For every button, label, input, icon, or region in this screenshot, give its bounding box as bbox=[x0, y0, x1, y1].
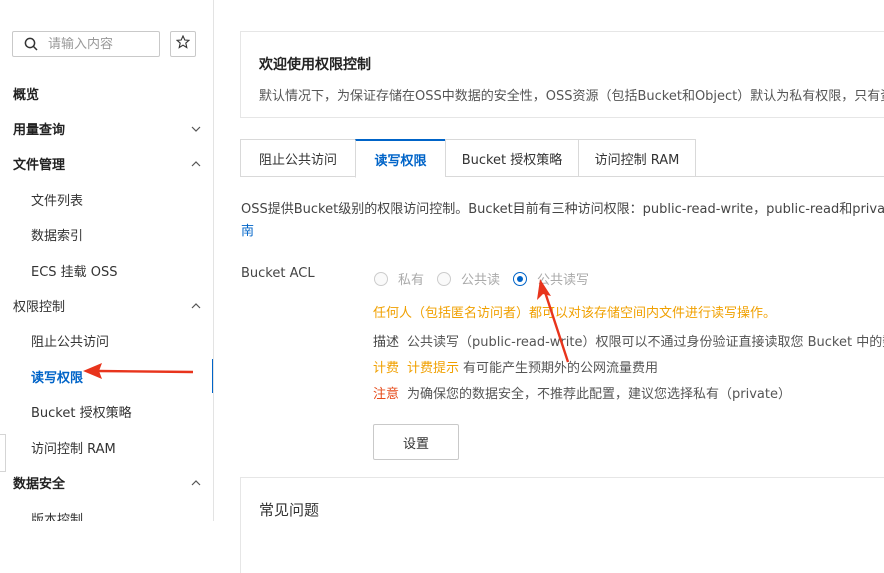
sidebar-item-read-write-acl[interactable]: 读写权限 bbox=[0, 359, 213, 394]
detail-value: 为确保您的数据安全，不推荐此配置，建议您选择私有（private） bbox=[407, 387, 791, 402]
faq-title: 常见问题 bbox=[259, 501, 320, 519]
detail-billing: 计费 计费提示 有可能产生预期外的公网流量费用 bbox=[373, 357, 658, 376]
star-icon bbox=[175, 34, 191, 53]
sidebar-item-label: ECS 挂载 OSS bbox=[31, 265, 118, 280]
tab-label: Bucket 授权策略 bbox=[461, 152, 563, 168]
intro-text: OSS提供Bucket级别的权限访问控制。Bucket目前有三种访问权限：pub… bbox=[241, 202, 884, 217]
sidebar-item-label: 文件管理 bbox=[13, 158, 66, 173]
sidebar-item-label: 数据安全 bbox=[13, 477, 66, 492]
sidebar-item-ecs-mount[interactable]: ECS 挂载 OSS bbox=[0, 253, 213, 288]
detail-key: 计费 bbox=[373, 361, 400, 376]
tab-bucket-policy[interactable]: Bucket 授权策略 bbox=[445, 139, 578, 177]
tab-label: 访问控制 RAM bbox=[594, 152, 680, 168]
chevron-up-icon bbox=[191, 158, 201, 168]
sidebar-item-label: 权限控制 bbox=[13, 300, 66, 315]
sidebar-item-label: 读写权限 bbox=[31, 371, 84, 386]
detail-description: 描述 公共读写（public-read-write）权限可以不通过身份验证直接读取… bbox=[373, 331, 884, 350]
radio-public-read[interactable]: 公共读 bbox=[437, 269, 500, 288]
sidebar-item-file-management[interactable]: 文件管理 bbox=[0, 146, 213, 181]
sidebar-item-label: 版本控制 bbox=[31, 513, 84, 521]
active-indicator bbox=[212, 359, 213, 393]
search-input[interactable] bbox=[48, 36, 148, 52]
set-button[interactable]: 设置 bbox=[373, 424, 459, 460]
chevron-down-icon bbox=[191, 123, 201, 133]
acl-radio-group: 私有 公共读 公共读写 bbox=[374, 269, 602, 288]
radio-button[interactable] bbox=[437, 271, 452, 286]
sidebar-item-usage[interactable]: 用量查询 bbox=[0, 111, 213, 146]
sidebar-item-label: Bucket 授权策略 bbox=[31, 406, 132, 421]
sidebar-item-versioning[interactable]: 版本控制 bbox=[0, 501, 213, 521]
sidebar-item-label: 访问控制 RAM bbox=[31, 442, 116, 457]
radio-label: 私有 bbox=[398, 273, 425, 288]
radio-private[interactable]: 私有 bbox=[374, 269, 424, 288]
sidebar-collapse-handle[interactable] bbox=[0, 434, 6, 472]
tab-ram[interactable]: 访问控制 RAM bbox=[578, 139, 696, 177]
tab-label: 阻止公共访问 bbox=[258, 152, 337, 168]
sidebar-item-label: 用量查询 bbox=[13, 123, 66, 138]
radio-label: 公共读 bbox=[461, 273, 501, 288]
welcome-panel: 欢迎使用权限控制 默认情况下，为保证存储在OSS中数据的安全性，OSS资源（包括… bbox=[240, 31, 884, 118]
sidebar-item-bucket-policy[interactable]: Bucket 授权策略 bbox=[0, 394, 213, 429]
detail-value: 公共读写（public-read-write）权限可以不通过身份验证直接读取您 … bbox=[407, 335, 884, 350]
radio-button[interactable] bbox=[374, 271, 388, 286]
sidebar-item-data-index[interactable]: 数据索引 bbox=[0, 217, 213, 252]
detail-note: 注意 为确保您的数据安全，不推荐此配置，建议您选择私有（private） bbox=[373, 383, 791, 402]
detail-key: 注意 bbox=[373, 387, 400, 402]
welcome-description: 默认情况下，为保证存储在OSS中数据的安全性，OSS资源（包括Bucket和Ob… bbox=[259, 89, 884, 104]
chevron-up-icon bbox=[191, 477, 201, 487]
billing-hint: 计费提示 bbox=[407, 361, 460, 376]
search-box[interactable] bbox=[12, 31, 160, 57]
detail-key: 描述 bbox=[373, 335, 400, 350]
acl-warning: 任何人（包括匿名访问者）都可以对该存储空间内文件进行读写操作。 bbox=[373, 306, 777, 321]
sidebar-item-permission-control[interactable]: 权限控制 bbox=[0, 288, 213, 323]
welcome-title: 欢迎使用权限控制 bbox=[259, 57, 371, 73]
sidebar-item-label: 文件列表 bbox=[31, 194, 84, 209]
tab-read-write-acl[interactable]: 读写权限 bbox=[355, 139, 445, 178]
favorite-button[interactable] bbox=[170, 31, 196, 57]
sidebar-item-block-public-access[interactable]: 阻止公共访问 bbox=[0, 323, 213, 358]
search-icon bbox=[24, 37, 38, 51]
sidebar-item-label: 阻止公共访问 bbox=[31, 335, 110, 350]
sidebar: 概览 用量查询 文件管理 文件列表 数据索引 ECS 挂载 OSS 权限控制 阻… bbox=[0, 0, 214, 521]
sidebar-item-label: 数据索引 bbox=[31, 229, 84, 244]
sidebar-item-ram[interactable]: 访问控制 RAM bbox=[0, 430, 213, 465]
sidebar-item-label: 概览 bbox=[13, 88, 40, 103]
sidebar-item-data-security[interactable]: 数据安全 bbox=[0, 465, 213, 500]
bucket-acl-label: Bucket ACL bbox=[241, 266, 315, 281]
tab-label: 读写权限 bbox=[374, 153, 427, 169]
faq-panel: 常见问题 bbox=[240, 477, 884, 573]
tab-bar: 阻止公共访问 读写权限 Bucket 授权策略 访问控制 RAM bbox=[240, 139, 884, 178]
radio-label: 公共读写 bbox=[537, 273, 590, 288]
radio-button-checked[interactable] bbox=[513, 271, 528, 286]
main-content: 欢迎使用权限控制 默认情况下，为保证存储在OSS中数据的安全性，OSS资源（包括… bbox=[215, 0, 884, 573]
radio-public-read-write[interactable]: 公共读写 bbox=[513, 269, 589, 288]
chevron-up-icon bbox=[191, 300, 201, 310]
sidebar-item-file-list[interactable]: 文件列表 bbox=[0, 182, 213, 217]
sidebar-item-overview[interactable]: 概览 bbox=[0, 76, 213, 111]
guide-link[interactable]: 南 bbox=[241, 220, 254, 239]
tab-block-public-access[interactable]: 阻止公共访问 bbox=[240, 139, 355, 177]
detail-value: 有可能产生预期外的公网流量费用 bbox=[463, 361, 659, 376]
